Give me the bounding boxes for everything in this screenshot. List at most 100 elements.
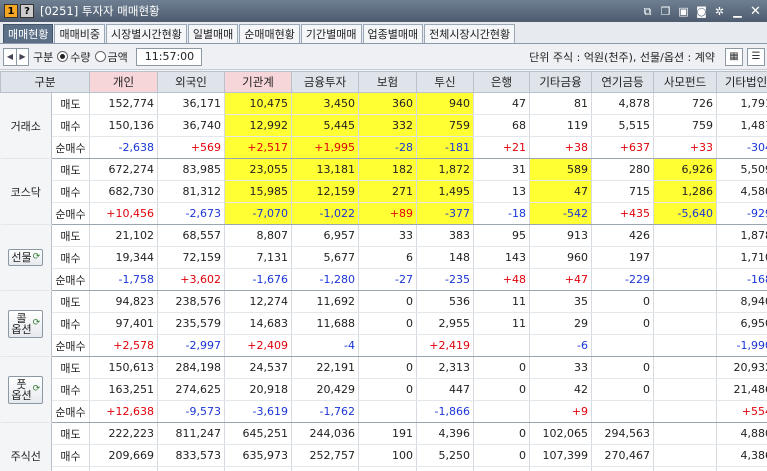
data-cell: -181: [416, 136, 475, 159]
minimize-icon[interactable]: ▁: [730, 4, 745, 19]
data-cell: 102,065: [529, 422, 593, 445]
data-cell: 759: [416, 114, 475, 137]
camera-icon[interactable]: ◙: [694, 4, 709, 19]
data-cell: +2,578: [89, 334, 159, 357]
data-cell: 759: [653, 114, 718, 137]
data-cell: 81,312: [157, 180, 226, 203]
tab-4[interactable]: 순매매현황: [239, 24, 300, 43]
window-restore-icon[interactable]: ⧉: [640, 4, 655, 19]
data-cell: [653, 290, 718, 313]
data-cell: 150,613: [89, 356, 159, 379]
column-header-10[interactable]: 사모펀드: [653, 71, 718, 93]
data-cell: 0: [358, 356, 418, 379]
data-cell: 36,171: [157, 92, 226, 115]
data-cell: 6,950: [716, 312, 767, 335]
list-view-icon[interactable]: ☰: [747, 47, 765, 66]
column-header-0[interactable]: 구분: [0, 71, 91, 93]
group-label-4[interactable]: 풋 옵션 ⟳: [0, 356, 52, 423]
table-view-icon[interactable]: ▦: [725, 47, 743, 66]
group-toggle-button[interactable]: 선물 ⟳: [8, 249, 44, 266]
data-cell: 645,251: [224, 422, 293, 445]
settings-icon[interactable]: ✲: [712, 4, 727, 19]
image-icon[interactable]: ▣: [676, 4, 691, 19]
group-label-text: 콜 옵션: [11, 311, 32, 336]
radio-amount[interactable]: 금액: [94, 49, 128, 65]
data-cell: -542: [529, 202, 593, 225]
data-cell: 182: [358, 158, 418, 181]
tab-1[interactable]: 매매비중: [54, 24, 105, 43]
radio-amount-label: 금액: [107, 50, 128, 64]
screen-number-badge[interactable]: 1: [4, 4, 18, 18]
help-button[interactable]: ?: [20, 4, 34, 18]
column-header-7[interactable]: 은행: [473, 71, 531, 93]
column-header-1[interactable]: 개인: [89, 71, 159, 93]
data-cell: +48: [473, 268, 531, 291]
data-cell: 1,872: [416, 158, 475, 181]
data-cell: 426: [591, 224, 655, 247]
data-cell: +2,517: [224, 136, 293, 159]
column-header-5[interactable]: 보험: [358, 71, 418, 93]
time-input[interactable]: 11:57:00: [135, 47, 202, 66]
tab-6[interactable]: 업종별매매: [362, 24, 424, 43]
table-row: 매수 163,251 274,625 20,918 20,429 0 447 0 42 0 21,4…: [1, 378, 767, 401]
data-cell: 13,181: [291, 158, 360, 181]
data-cell: -6: [529, 334, 593, 357]
data-cell: 163,251: [89, 378, 159, 401]
tab-5[interactable]: 기간별매매: [300, 24, 362, 43]
group-toggle-button[interactable]: 풋 옵션 ⟳: [8, 375, 44, 404]
data-cell: 14,683: [224, 312, 293, 335]
group-toggle-button[interactable]: 콜 옵션 ⟳: [8, 309, 44, 338]
tab-3[interactable]: 일별매매: [187, 24, 239, 43]
close-icon[interactable]: ✕: [748, 4, 763, 19]
refresh-icon: ⟳: [32, 384, 41, 394]
data-cell: 19,344: [89, 246, 159, 269]
data-cell: -2,638: [89, 136, 159, 159]
tab-7[interactable]: 전체시장시간현황: [424, 24, 516, 43]
copy-icon[interactable]: ❐: [658, 4, 673, 19]
column-header-11[interactable]: 기타법인: [716, 71, 767, 93]
data-cell: -2,673: [157, 202, 226, 225]
data-cell: 12,992: [224, 114, 293, 137]
row-type-label: 매도: [51, 422, 91, 445]
data-cell: +554: [716, 400, 767, 423]
table-row: 콜 옵션 ⟳ 매도 94,823 238,576 12,274 11,692 0 536 11 35 0…: [0, 290, 767, 357]
prev-arrow-icon[interactable]: ◀: [4, 49, 16, 65]
data-cell: [358, 400, 418, 423]
column-header-2[interactable]: 외국인: [157, 71, 226, 93]
data-cell: -1,676: [224, 268, 293, 291]
row-type-label: 매수: [51, 312, 91, 335]
column-header-4[interactable]: 금융투자: [291, 71, 360, 93]
row-type-label: 순매수: [51, 202, 91, 225]
data-cell: +9: [529, 400, 593, 423]
tab-2[interactable]: 시장별시간현황: [105, 24, 187, 43]
data-cell: 81: [529, 92, 593, 115]
data-cell: 5,250: [416, 444, 475, 467]
data-cell: 97,401: [89, 312, 159, 335]
column-header-8[interactable]: 기타금융: [529, 71, 593, 93]
next-arrow-icon[interactable]: ▶: [16, 48, 28, 65]
radio-quantity[interactable]: 수량: [57, 49, 91, 65]
data-cell: -4: [291, 334, 360, 357]
data-cell: -7,070: [224, 202, 293, 225]
data-cell: +2,419: [416, 334, 475, 357]
data-cell: 11: [473, 290, 531, 313]
data-cell: +33: [653, 136, 718, 159]
data-cell: -1,280: [291, 268, 360, 291]
data-cell: 47: [473, 92, 531, 115]
column-header-3[interactable]: 기관계: [224, 71, 293, 93]
data-cell: 20,918: [224, 378, 293, 401]
data-cell: -3,619: [224, 400, 293, 423]
column-header-6[interactable]: 투신: [416, 71, 475, 93]
table-row: 매수 682,730 81,312 15,985 12,159 271 1,495 13 47 7…: [1, 180, 767, 203]
row-type-label: 매도: [51, 92, 91, 115]
table-row: 순매수 -2,638 +569 +2,517 +1,995 -28 -181 +21 +38 +6…: [1, 136, 767, 159]
data-cell: 1,878: [716, 224, 767, 247]
data-cell: 8,807: [224, 224, 293, 247]
data-cell: +435: [591, 202, 655, 225]
data-cell: -377: [416, 202, 475, 225]
tab-0[interactable]: 매매현황: [3, 24, 54, 43]
group-label-2[interactable]: 선물 ⟳: [0, 224, 52, 291]
data-cell: +5,334: [529, 466, 593, 471]
column-header-9[interactable]: 연기금등: [591, 71, 655, 93]
group-label-3[interactable]: 콜 옵션 ⟳: [0, 290, 52, 357]
